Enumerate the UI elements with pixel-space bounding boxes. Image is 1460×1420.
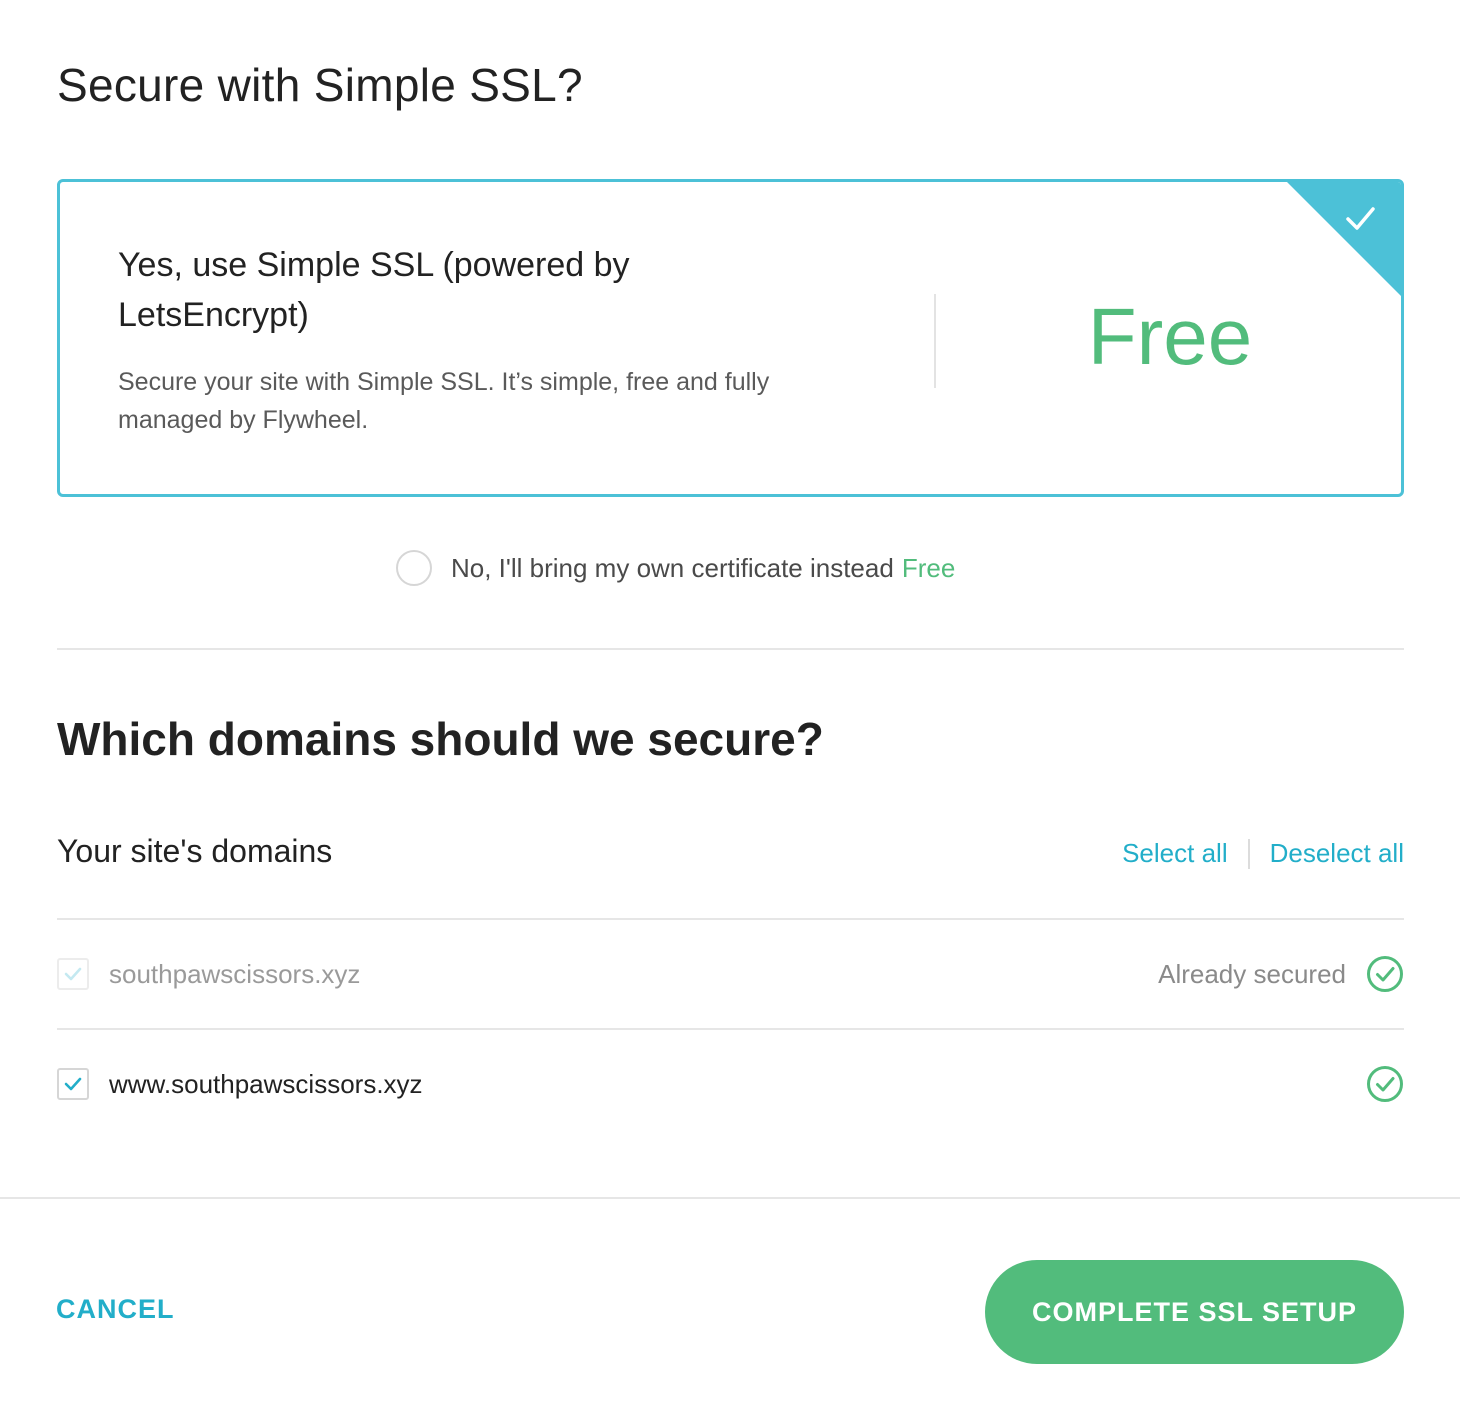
cancel-button[interactable]: CANCEL xyxy=(56,1294,175,1325)
own-certificate-radio[interactable] xyxy=(396,550,432,586)
domain-status xyxy=(1366,1065,1404,1103)
page-title: Secure with Simple SSL? xyxy=(57,59,583,111)
own-certificate-option[interactable]: No, I'll bring my own certificate instea… xyxy=(396,548,955,588)
domain-name: www.southpawscissors.xyz xyxy=(109,1068,423,1099)
own-certificate-label: No, I'll bring my own certificate instea… xyxy=(451,552,894,583)
domains-subheading: Your site's domains xyxy=(57,833,333,869)
section-divider xyxy=(57,648,1404,650)
check-circle-icon xyxy=(1367,956,1403,992)
complete-ssl-setup-button[interactable]: COMPLETE SSL SETUP xyxy=(985,1260,1404,1364)
check-circle-icon xyxy=(1367,1066,1403,1102)
own-certificate-price: Free xyxy=(901,552,956,583)
simple-ssl-option-card[interactable]: Yes, use Simple SSL (powered by LetsEncr… xyxy=(57,179,1404,497)
check-icon xyxy=(64,967,82,981)
ssl-option-description: Secure your site with Simple SSL. It’s s… xyxy=(118,368,770,434)
domain-status: Already secured xyxy=(1158,955,1404,993)
selected-corner-check-icon xyxy=(1287,182,1401,296)
row-divider xyxy=(57,1028,1404,1030)
row-divider xyxy=(57,918,1404,920)
domain-checkbox-disabled xyxy=(57,958,89,990)
ssl-option-heading: Yes, use Simple SSL (powered by LetsEncr… xyxy=(118,246,630,334)
domain-checkbox[interactable] xyxy=(57,1068,89,1100)
domain-row: www.southpawscissors.xyz xyxy=(57,1054,1404,1114)
link-separator xyxy=(1247,838,1250,869)
select-all-link[interactable]: Select all xyxy=(1122,838,1228,869)
select-links: Select all Deselect all xyxy=(1122,838,1404,869)
domain-name: southpawscissors.xyz xyxy=(109,958,361,989)
already-secured-label: Already secured xyxy=(1158,958,1346,989)
check-icon xyxy=(64,1077,82,1091)
footer-divider xyxy=(0,1197,1460,1199)
ssl-option-price: Free xyxy=(1087,292,1253,381)
domains-heading: Which domains should we secure? xyxy=(57,713,824,765)
domain-row: southpawscissors.xyz Already secured xyxy=(57,944,1404,1004)
deselect-all-link[interactable]: Deselect all xyxy=(1270,838,1404,869)
